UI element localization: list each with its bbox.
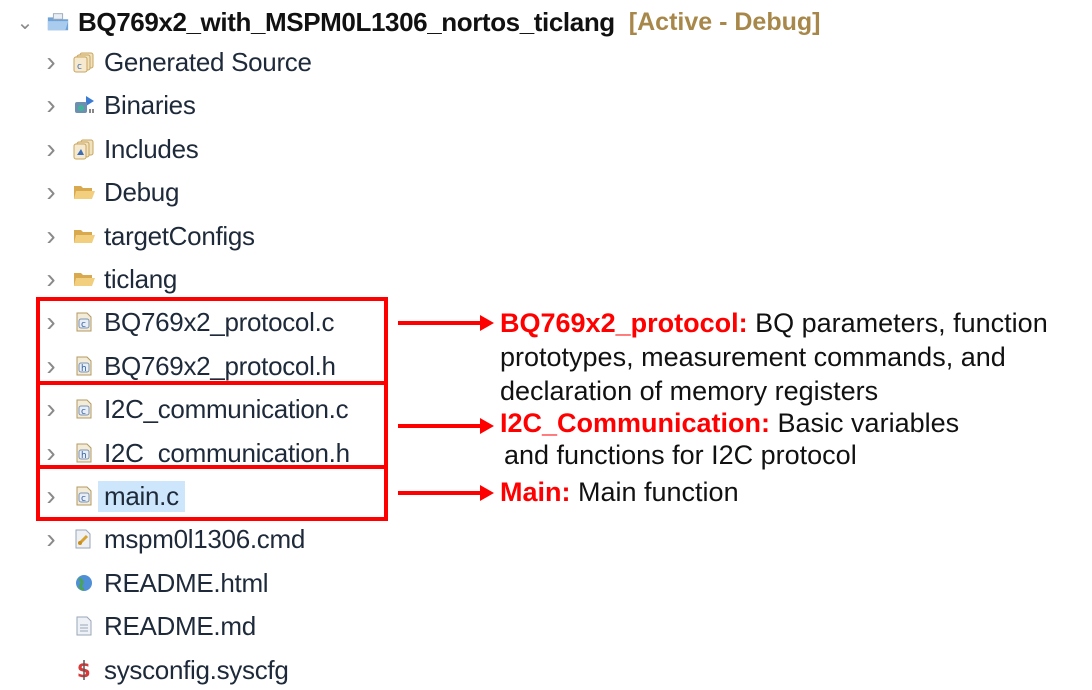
active-config-tag: [Active - Debug]: [628, 7, 821, 36]
project-root[interactable]: ⌄ BQ769x2_with_MSPM0L1306_nortos_ticlang…: [0, 2, 821, 42]
chevron-right-icon[interactable]: ›: [40, 133, 62, 165]
tree-item[interactable]: README.html: [40, 563, 269, 603]
text-file-icon: [72, 614, 96, 638]
tree-item[interactable]: › Includes: [40, 129, 198, 169]
chevron-down-icon[interactable]: ⌄: [14, 10, 36, 35]
tree-item[interactable]: › Debug: [40, 172, 179, 212]
tree-item-label: Debug: [104, 176, 180, 207]
tree-item-label: mspm0l1306.cmd: [104, 523, 305, 554]
arrow-bq-protocol: [398, 315, 494, 331]
tree-item-label: Generated Source: [104, 46, 312, 77]
annotation-text: BQ parameters, function: [747, 308, 1048, 338]
highlight-box-i2c-communication: [36, 381, 388, 469]
tree-item[interactable]: › mspm0l1306.cmd: [40, 519, 305, 559]
chevron-right-icon[interactable]: ›: [40, 46, 62, 78]
project-name: BQ769x2_with_MSPM0L1306_nortos_ticlang: [78, 6, 615, 37]
folder-icon: [72, 180, 96, 204]
chevron-right-icon[interactable]: ›: [40, 176, 62, 208]
chevron-right-icon[interactable]: ›: [40, 89, 62, 121]
annotation-i2c-communication: I2C_Communication: Basic variables and f…: [500, 407, 959, 471]
tree-item-label: Includes: [104, 133, 199, 164]
annotation-text: Main function: [570, 477, 739, 507]
tree-item-label: Binaries: [104, 89, 196, 120]
highlight-box-main: [36, 465, 388, 521]
includes-icon: [72, 137, 96, 161]
chevron-right-icon[interactable]: ›: [40, 523, 62, 555]
annotation-bq-protocol: BQ769x2_protocol: BQ parameters, functio…: [500, 306, 1048, 408]
arrow-i2c-communication: [398, 418, 494, 434]
tree-item-label: README.html: [104, 567, 269, 598]
folder-icon: [72, 267, 96, 291]
tree-item-label: sysconfig.syscfg: [104, 654, 289, 685]
annotation-key: BQ769x2_protocol:: [500, 308, 748, 338]
tree-item[interactable]: Ssysconfig.syscfg: [40, 650, 289, 690]
tree-item[interactable]: README.md: [40, 606, 256, 646]
arrow-main: [398, 485, 494, 501]
generated-source-icon: c: [72, 50, 96, 74]
annotation-text: Basic variables: [770, 408, 960, 438]
tree-item[interactable]: › targetConfigs: [40, 216, 255, 256]
chevron-right-icon[interactable]: ›: [40, 263, 62, 295]
annotation-main: Main: Main function: [500, 475, 739, 509]
tree-item[interactable]: › c Generated Source: [40, 42, 312, 82]
linker-cmd-icon: [72, 527, 96, 551]
tree-item[interactable]: › Binaries: [40, 85, 196, 125]
tree-item-label: ticlang: [104, 263, 178, 294]
chevron-right-icon[interactable]: ›: [40, 220, 62, 252]
sysconfig-icon: S: [72, 658, 96, 682]
folder-icon: [72, 224, 96, 248]
annotation-line: declaration of memory registers: [500, 376, 879, 406]
svg-text:c: c: [77, 62, 82, 72]
annotation-line: and functions for I2C protocol: [504, 440, 857, 470]
annotation-key: I2C_Communication:: [500, 408, 771, 438]
tree-item[interactable]: › ticlang: [40, 259, 177, 299]
highlight-box-bq-protocol: [36, 297, 388, 385]
tree-item-label: targetConfigs: [104, 220, 255, 251]
annotation-line: prototypes, measurement commands, and: [500, 342, 1006, 372]
globe-icon: [72, 571, 96, 595]
annotation-key: Main:: [500, 477, 571, 507]
tree-item-label: README.md: [104, 610, 256, 641]
project-folder-icon: [46, 10, 70, 34]
binaries-icon: [72, 93, 96, 117]
